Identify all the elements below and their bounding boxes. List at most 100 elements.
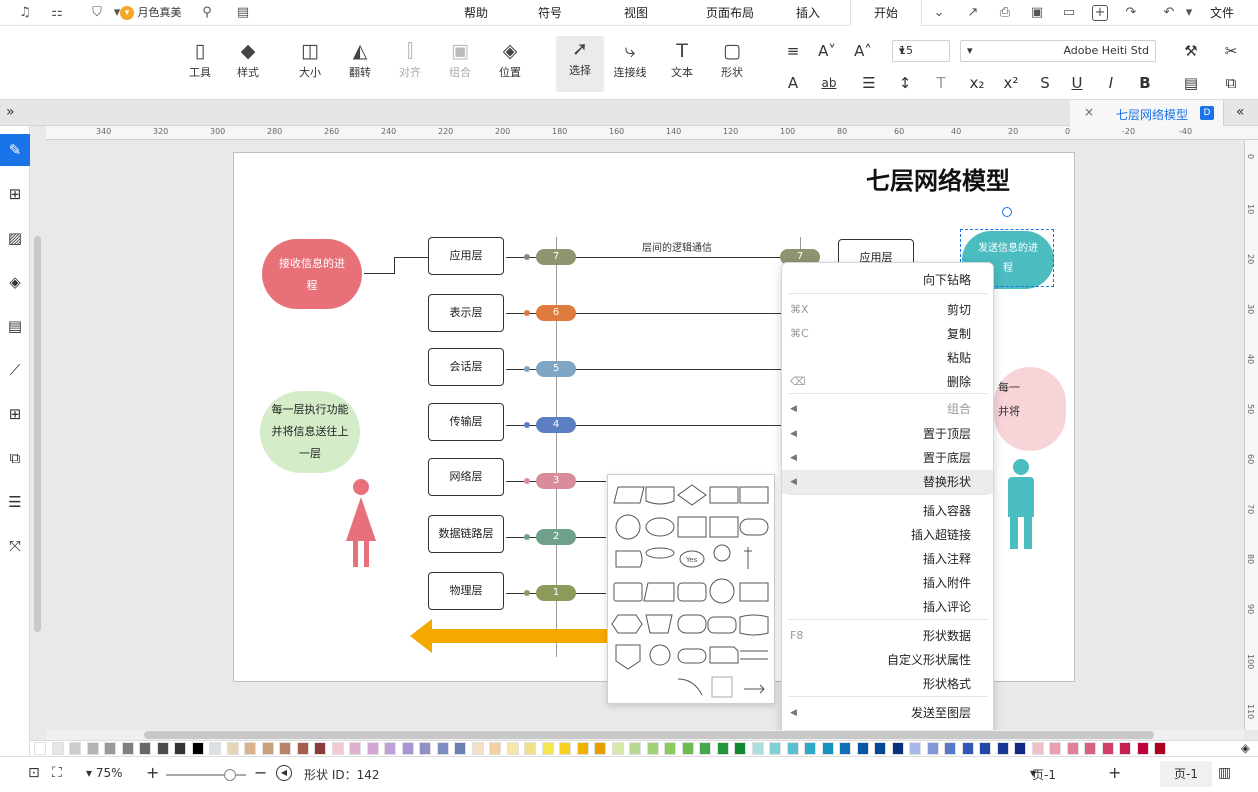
superscript-icon[interactable]: x² — [1000, 72, 1022, 94]
female-figure-icon[interactable] — [338, 479, 384, 569]
fill-bucket-icon[interactable]: ◈ — [1241, 741, 1250, 755]
color-swatch[interactable] — [1066, 742, 1079, 755]
add-page-icon[interactable]: + — [1108, 763, 1121, 782]
shape-button[interactable]: ▢ 形状 — [710, 38, 754, 80]
collapse-left-icon[interactable]: » — [6, 104, 15, 120]
play-icon[interactable]: ◀ — [276, 765, 292, 781]
color-swatch[interactable] — [891, 742, 904, 755]
color-swatch[interactable] — [1136, 742, 1149, 755]
color-swatch[interactable] — [174, 742, 186, 755]
strikethrough-icon[interactable]: S — [1034, 72, 1056, 94]
menu-file[interactable]: 文件 — [1198, 0, 1246, 26]
layer-datalink-left[interactable]: 数据链路层 — [428, 515, 504, 553]
grid-icon[interactable]: ⊞ — [5, 184, 25, 204]
font-shrink-icon[interactable]: A˅ — [816, 40, 838, 62]
format-paint-icon[interactable]: ⚒ — [1180, 40, 1202, 62]
scroll-thumb[interactable] — [144, 731, 1154, 739]
color-swatch[interactable] — [681, 742, 694, 755]
page-icon[interactable]: ▤ — [5, 316, 25, 336]
color-swatch[interactable] — [926, 742, 939, 755]
table-icon[interactable]: ⊞ — [5, 404, 25, 424]
layer-number-2[interactable]: 2 — [536, 529, 576, 545]
font-size-select[interactable]: 15 ▾ — [892, 40, 950, 62]
zoom-in-icon[interactable]: + — [146, 763, 159, 782]
color-swatch[interactable] — [909, 742, 921, 755]
color-swatch[interactable] — [349, 742, 361, 755]
tool-button[interactable]: ▯ 工具 — [178, 38, 222, 80]
zoom-out-icon[interactable]: − — [254, 763, 267, 782]
layer-number-6[interactable]: 6 — [536, 305, 576, 321]
bold-icon[interactable]: B — [1134, 72, 1156, 94]
fullscreen-icon[interactable]: ⊡ — [28, 765, 40, 781]
color-swatch[interactable] — [1119, 742, 1131, 755]
color-swatch[interactable] — [1084, 742, 1096, 755]
color-swatch[interactable] — [261, 742, 274, 755]
export-icon[interactable]: ↗ — [964, 4, 982, 22]
color-swatch[interactable] — [664, 742, 676, 755]
close-icon[interactable]: × — [1084, 105, 1094, 119]
color-swatch[interactable] — [629, 742, 641, 755]
menu-view[interactable]: 视图 — [600, 0, 672, 26]
color-swatch[interactable] — [104, 742, 116, 755]
subscript-icon[interactable]: x₂ — [966, 72, 988, 94]
color-swatch[interactable] — [821, 742, 834, 755]
context-menu-item[interactable]: 发送至图层 ◀ — [782, 701, 993, 725]
color-swatch[interactable] — [804, 742, 816, 755]
print-icon[interactable]: ⎙ — [996, 4, 1014, 22]
context-menu-item[interactable]: 插入注释 — [782, 547, 993, 571]
color-swatch[interactable] — [279, 742, 291, 755]
fit-page-icon[interactable]: ⛶ — [52, 765, 62, 781]
layer-physical-left[interactable]: 物理层 — [428, 572, 504, 610]
zoom-slider-thumb[interactable] — [224, 769, 236, 781]
color-swatch[interactable] — [489, 742, 501, 755]
color-swatch[interactable] — [454, 742, 466, 755]
page-tab[interactable]: 页-1 — [1160, 761, 1212, 787]
color-swatch[interactable] — [401, 742, 414, 755]
redo-icon[interactable]: ↷ — [1122, 4, 1140, 22]
grid-apps-icon[interactable]: ⚏ — [48, 4, 66, 22]
color-swatch[interactable] — [331, 742, 344, 755]
undo-icon[interactable]: ↶ — [1160, 4, 1178, 22]
image-replace-icon[interactable]: ⧉ — [5, 448, 25, 468]
size-button[interactable]: ◫ 大小 — [288, 38, 332, 80]
color-swatch[interactable] — [191, 742, 204, 755]
underline-icon[interactable]: U — [1066, 72, 1088, 94]
diagram-title[interactable]: 七层网络模型 — [866, 161, 1010, 196]
color-swatch[interactable] — [646, 742, 659, 755]
color-swatch[interactable] — [1014, 742, 1026, 755]
italic-icon[interactable]: I — [1100, 72, 1122, 94]
context-menu-item[interactable]: 置于底层 ◀ — [782, 446, 993, 470]
color-swatch[interactable] — [611, 742, 624, 755]
connector-button[interactable]: ⤷ 连接线 — [608, 38, 652, 80]
color-swatch[interactable] — [699, 742, 711, 755]
layer-number-5[interactable]: 5 — [536, 361, 576, 377]
color-swatch[interactable] — [314, 742, 326, 755]
sidebar-scrollbar[interactable] — [34, 236, 41, 632]
highlight-icon[interactable]: ab — [818, 72, 840, 94]
color-swatch[interactable] — [34, 742, 46, 755]
context-menu-item[interactable]: 插入附件 — [782, 571, 993, 595]
expand-icon[interactable]: ⌄ — [930, 4, 948, 22]
right-note-bubble[interactable]: 每一 并将 — [994, 367, 1066, 451]
chart-icon[interactable]: ⟋ — [5, 360, 25, 380]
context-menu-item[interactable]: 形状数据 F8 — [782, 624, 993, 648]
color-swatch[interactable] — [244, 742, 256, 755]
context-menu-item[interactable]: 复制 ⌘C — [782, 322, 993, 346]
context-menu-item[interactable]: 删除 ⌫ — [782, 370, 993, 394]
menu-page-layout[interactable]: 页面布局 — [690, 0, 770, 26]
color-swatch[interactable] — [296, 742, 309, 755]
context-menu-item[interactable]: 插入容器 — [782, 499, 993, 523]
zoom-slider[interactable] — [166, 769, 246, 781]
align-left-icon[interactable]: ≡ — [782, 40, 804, 62]
color-swatch[interactable] — [209, 742, 221, 755]
color-swatch[interactable] — [1031, 742, 1044, 755]
color-swatch[interactable] — [384, 742, 396, 755]
color-swatch[interactable] — [576, 742, 589, 755]
color-swatch[interactable] — [751, 742, 764, 755]
style-button[interactable]: ◆ 样式 — [226, 38, 270, 80]
male-figure-icon[interactable] — [996, 459, 1046, 551]
list-icon[interactable]: ☰ — [858, 72, 880, 94]
context-menu-item[interactable]: 插入超链接 — [782, 523, 993, 547]
save-icon[interactable]: ▣ — [1028, 4, 1046, 22]
color-swatch[interactable] — [856, 742, 869, 755]
